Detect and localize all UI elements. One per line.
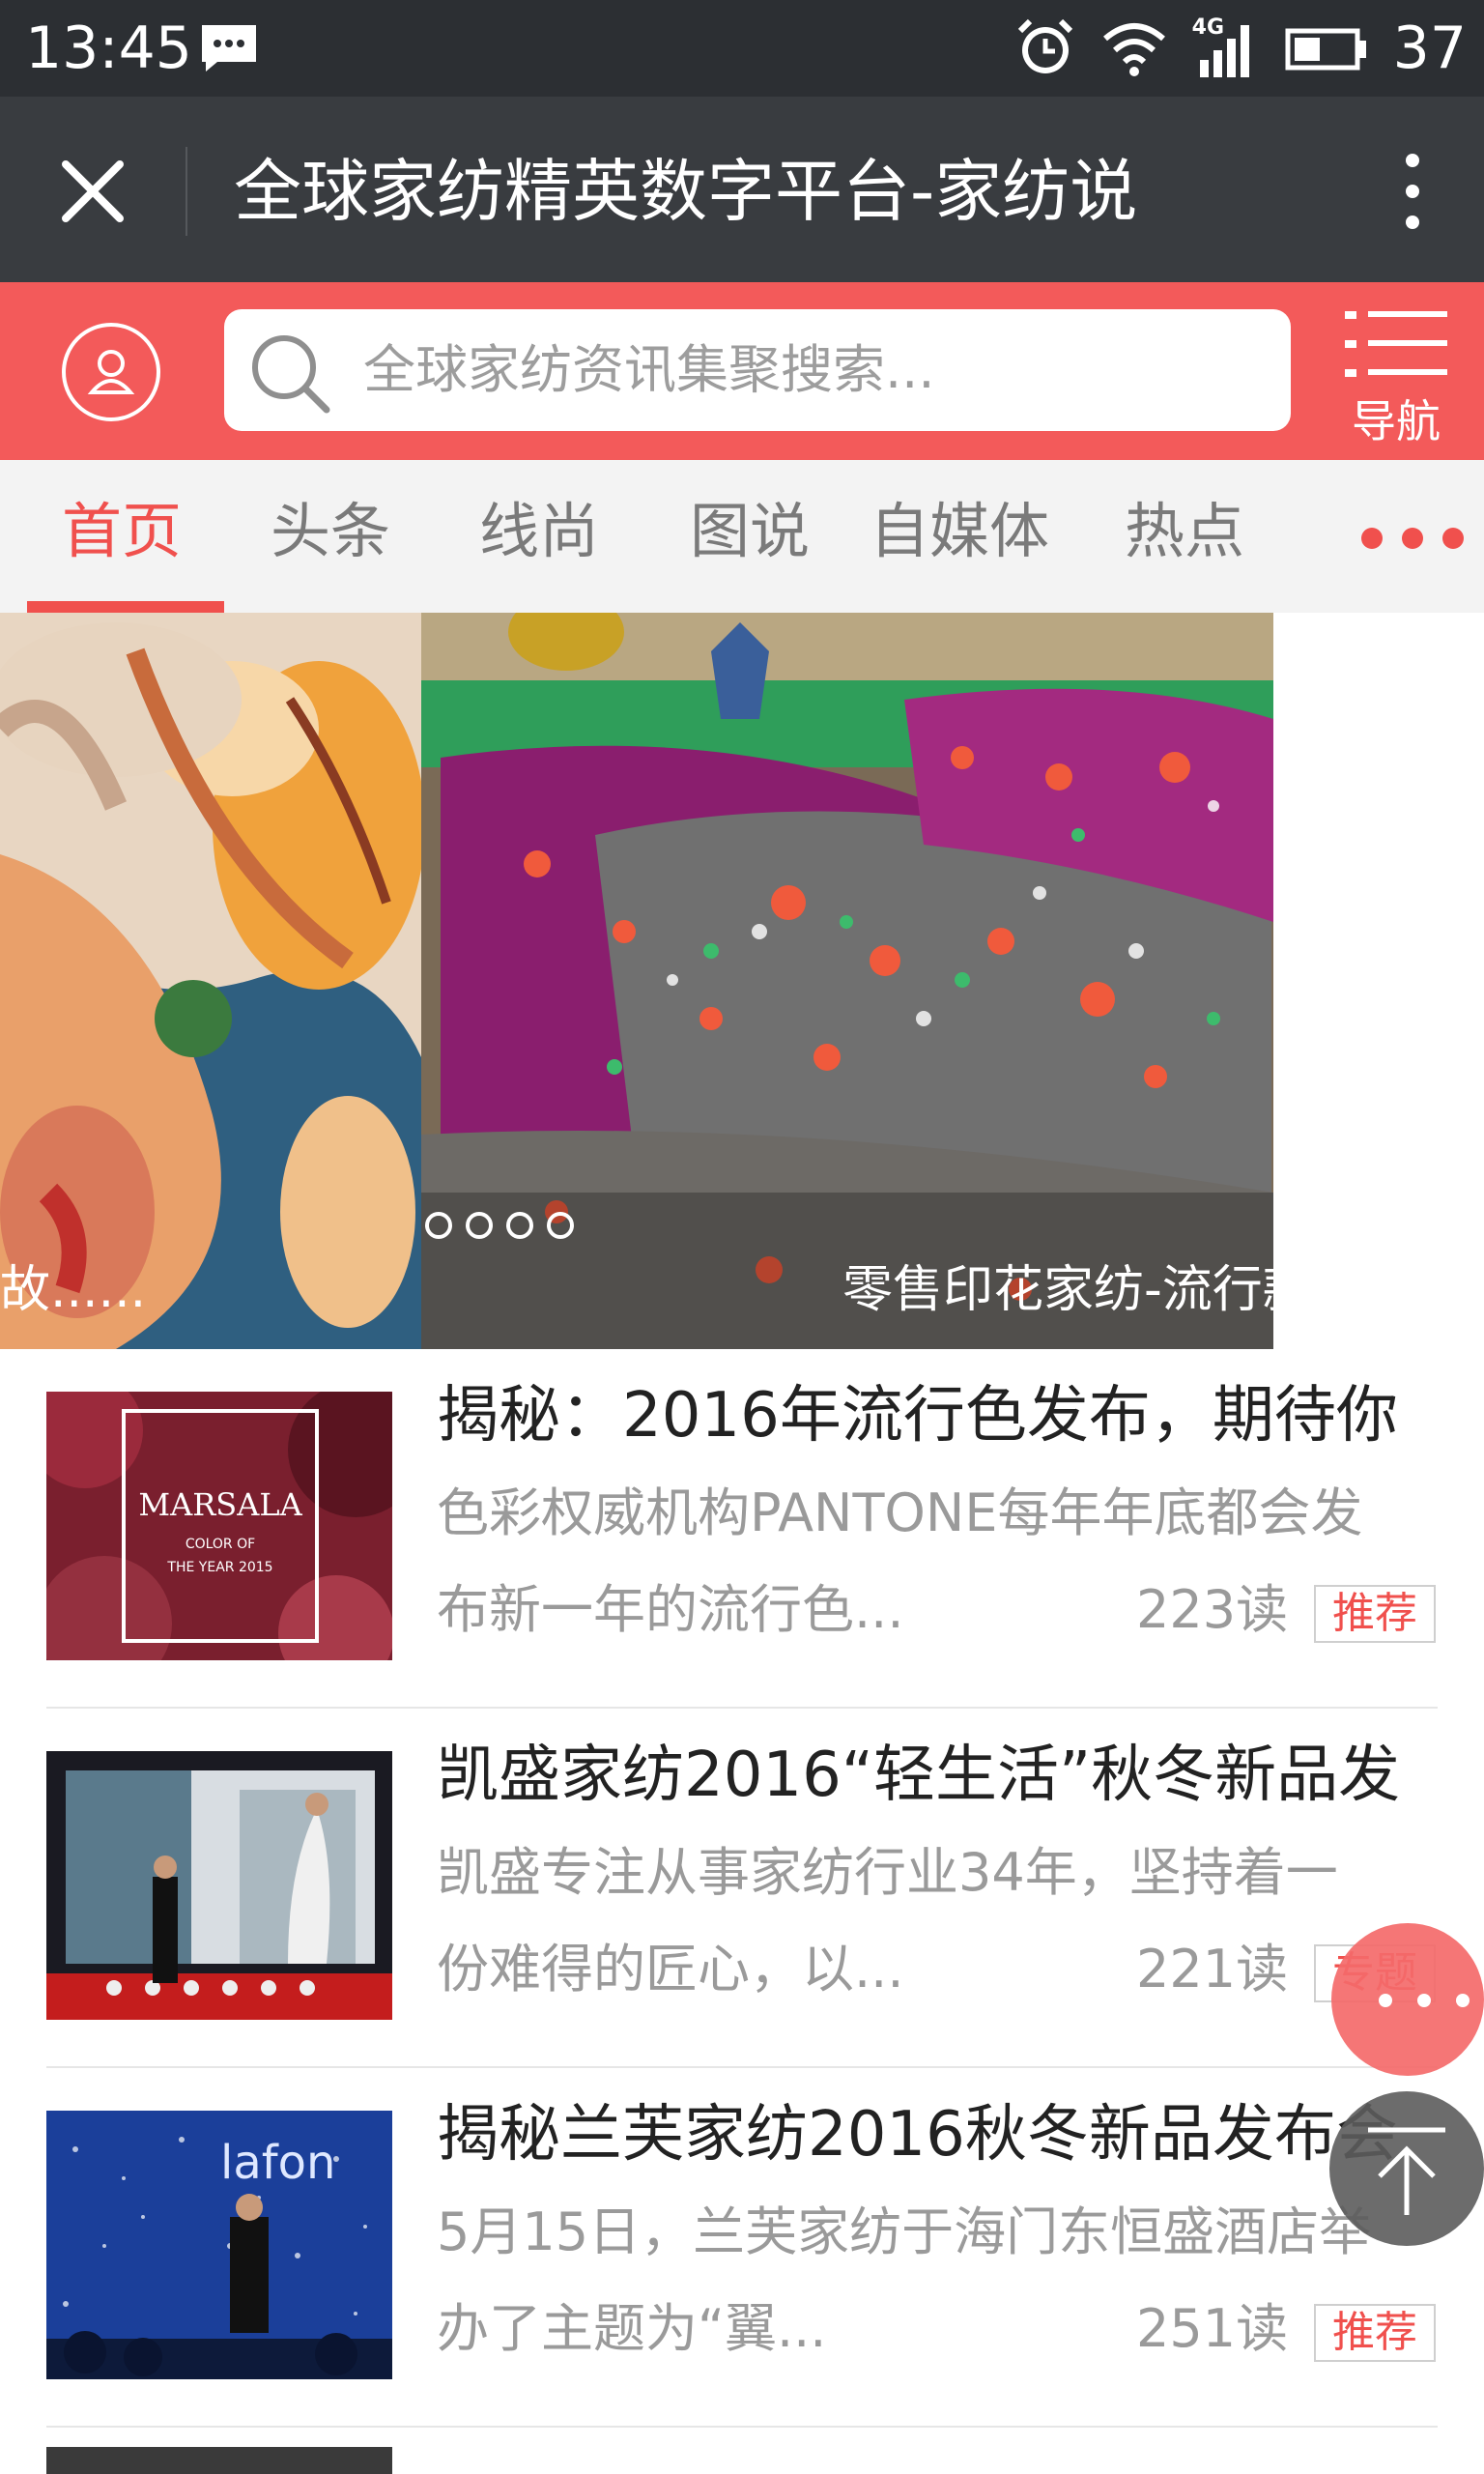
article-tag: 推荐 bbox=[1314, 2304, 1436, 2362]
article-description-continued: 布新一年的流行色... bbox=[437, 1579, 904, 1640]
search-icon bbox=[252, 335, 330, 414]
article-description-continued: 办了主题为“翼... bbox=[437, 2298, 827, 2359]
more-dots-icon bbox=[1379, 1994, 1470, 2007]
article-thumbnail[interactable]: lafon bbox=[46, 2111, 392, 2379]
banner-carousel[interactable]: 故...... 零售印花家纺-流行 bbox=[0, 613, 1484, 1349]
status-time: 13:45 bbox=[25, 14, 192, 82]
article-tag: 推荐 bbox=[1314, 1585, 1436, 1643]
alarm-icon bbox=[1017, 18, 1072, 73]
battery-level: 37 bbox=[1392, 14, 1467, 82]
wifi-icon bbox=[1102, 23, 1165, 76]
banner-caption-previous: 故...... bbox=[0, 1261, 147, 1319]
back-to-top-button[interactable] bbox=[1329, 2091, 1484, 2246]
article-item[interactable]: MARSALA COLOR OF THE YEAR 2015 揭秘：2016年流… bbox=[0, 1349, 1484, 1709]
tab-hot[interactable]: 热点 bbox=[1125, 493, 1244, 570]
more-tabs-icon[interactable] bbox=[1358, 524, 1467, 553]
tab-fashion[interactable]: 线尚 bbox=[479, 493, 599, 570]
thumb-subtitle-1: COLOR OF bbox=[186, 1537, 255, 1552]
close-icon[interactable] bbox=[58, 157, 128, 226]
page-title: 全球家纺精英数字平台-家纺说 bbox=[234, 152, 1138, 231]
article-read-count: 221读 bbox=[1136, 1939, 1289, 1999]
tab-home[interactable]: 首页 bbox=[62, 493, 182, 570]
article-read-count: 223读 bbox=[1136, 1579, 1289, 1640]
user-avatar-button[interactable] bbox=[62, 323, 160, 421]
article-item[interactable]: 凯盛家纺2016“轻生活”秋冬新品发 凯盛专注从事家纺行业34年，坚持着一 份难… bbox=[0, 1709, 1484, 2068]
carousel-dot[interactable] bbox=[506, 1212, 533, 1239]
lafon-event-image: lafon bbox=[46, 2111, 392, 2379]
article-description-continued: 份难得的匠心，以... bbox=[437, 1939, 904, 1999]
tab-headlines[interactable]: 头条 bbox=[271, 493, 390, 570]
search-input[interactable]: 全球家纺资讯集聚搜索... bbox=[224, 309, 1291, 431]
category-tabs: 首页 头条 线尚 图说 自媒体 热点 bbox=[0, 460, 1484, 613]
article-thumbnail-partial[interactable] bbox=[46, 2447, 392, 2474]
article-description: 5月15日，兰芙家纺于海门东恒盛酒店举 bbox=[437, 2201, 1372, 2262]
banner-caption: 零售印花家纺-流行款品鉴 bbox=[842, 1261, 1273, 1319]
active-tab-indicator bbox=[27, 601, 224, 613]
status-bar: 13:45 4G 37 bbox=[0, 0, 1484, 97]
article-thumbnail[interactable] bbox=[46, 1751, 392, 2020]
title-divider bbox=[186, 147, 187, 236]
banner-slide-previous[interactable]: 故...... bbox=[0, 613, 421, 1349]
message-icon bbox=[202, 25, 256, 72]
carousel-dot[interactable] bbox=[547, 1212, 574, 1239]
article-thumbnail[interactable]: MARSALA COLOR OF THE YEAR 2015 bbox=[46, 1392, 392, 1660]
app-header: 全球家纺资讯集聚搜索... 导航 bbox=[0, 282, 1484, 460]
menu-icon bbox=[1345, 311, 1447, 377]
article-title[interactable]: 揭秘：2016年流行色发布，期待你 bbox=[437, 1372, 1441, 1459]
carousel-dot[interactable] bbox=[425, 1212, 452, 1239]
carousel-dot[interactable] bbox=[466, 1212, 493, 1239]
nav-menu-button[interactable]: 导航 bbox=[1333, 305, 1459, 450]
carousel-indicators bbox=[425, 1212, 574, 1239]
article-description: 色彩权威机构PANTONE每年年底都会发 bbox=[437, 1482, 1363, 1543]
article-item[interactable]: lafon 揭秘兰芙家纺2016秋冬新品发布会 5月15日，兰芙家纺于海门东恒盛… bbox=[0, 2068, 1484, 2428]
battery-icon bbox=[1285, 28, 1366, 71]
tab-pictures[interactable]: 图说 bbox=[690, 493, 810, 570]
search-placeholder: 全球家纺资讯集聚搜索... bbox=[363, 339, 935, 400]
tab-we-media[interactable]: 自媒体 bbox=[870, 493, 1049, 570]
title-bar: 全球家纺精英数字平台-家纺说 bbox=[0, 97, 1484, 282]
user-icon bbox=[87, 350, 135, 394]
nav-label: 导航 bbox=[1352, 395, 1441, 447]
flower-collage-image bbox=[0, 613, 421, 1349]
thumb-subtitle-2: THE YEAR 2015 bbox=[166, 1560, 272, 1575]
arrow-up-icon bbox=[1368, 2127, 1445, 2215]
divider bbox=[46, 2426, 1438, 2428]
article-description: 凯盛专注从事家纺行业34年，坚持着一 bbox=[437, 1842, 1338, 1903]
article-read-count: 251读 bbox=[1136, 2298, 1289, 2359]
more-options-icon[interactable] bbox=[1395, 147, 1430, 236]
thumb-logo-text: lafon bbox=[220, 2136, 335, 2190]
thumb-title: MARSALA bbox=[138, 1486, 302, 1523]
article-title[interactable]: 凯盛家纺2016“轻生活”秋冬新品发 bbox=[437, 1732, 1441, 1819]
marsala-image: MARSALA COLOR OF THE YEAR 2015 bbox=[46, 1392, 392, 1660]
article-title[interactable]: 揭秘兰芙家纺2016秋冬新品发布会 bbox=[437, 2091, 1441, 2178]
signal-icon: 4G bbox=[1192, 17, 1260, 79]
floating-topic-button[interactable] bbox=[1331, 1923, 1484, 2076]
product-launch-stage-image bbox=[46, 1751, 392, 2020]
